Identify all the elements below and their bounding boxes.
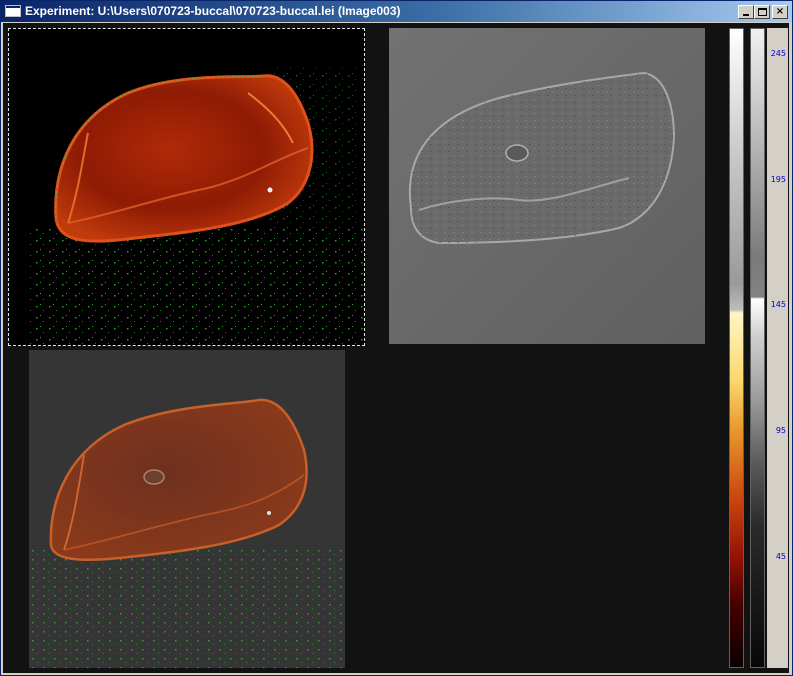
intensity-scale: 245 195 145 95 45: [767, 28, 788, 668]
close-icon: ×: [775, 6, 785, 17]
lut-colorbar-grey[interactable]: [750, 28, 765, 668]
window-title: Experiment: U:\Users\070723-buccal\07072…: [25, 4, 401, 18]
maximize-button[interactable]: [754, 5, 770, 19]
overlay-image-panel[interactable]: [29, 350, 345, 668]
close-button[interactable]: ×: [772, 5, 788, 19]
image-viewer-area[interactable]: 245 195 145 95 45: [3, 23, 789, 673]
scale-tick: 45: [775, 552, 786, 561]
scale-tick: 145: [770, 300, 786, 309]
scale-tick: 245: [770, 49, 786, 58]
minimize-icon: [743, 14, 749, 16]
experiment-window: Experiment: U:\Users\070723-buccal\07072…: [0, 0, 793, 676]
scale-tick: 195: [770, 175, 786, 184]
overlay-cell-image: [29, 350, 345, 668]
maximize-icon: [758, 8, 767, 16]
window-icon[interactable]: [5, 5, 21, 17]
minimize-button[interactable]: [738, 5, 754, 19]
dic-cell-image: [389, 28, 705, 344]
fluorescence-cell-image: [8, 28, 365, 346]
dic-image-panel[interactable]: [389, 28, 705, 344]
title-bar[interactable]: Experiment: U:\Users\070723-buccal\07072…: [1, 1, 792, 22]
fluorescence-image-panel[interactable]: [8, 28, 365, 346]
scale-tick: 95: [775, 426, 786, 435]
lut-colorbar-red[interactable]: [729, 28, 744, 668]
